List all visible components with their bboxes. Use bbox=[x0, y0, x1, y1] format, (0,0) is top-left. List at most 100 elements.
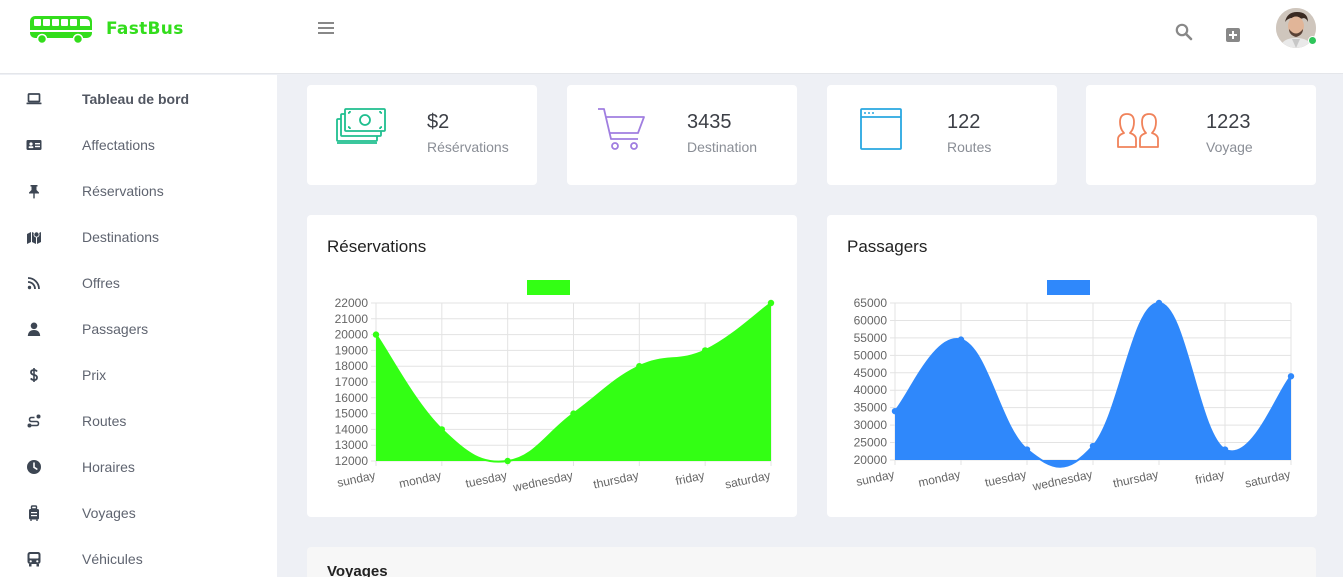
data-point[interactable] bbox=[636, 363, 643, 370]
x-tick-label: monday bbox=[398, 468, 443, 491]
sidebar-item-routes[interactable]: Routes bbox=[0, 397, 277, 443]
stat-label: Résérvations bbox=[427, 139, 509, 155]
thumbtack-icon bbox=[25, 183, 43, 199]
x-tick-label: friday bbox=[1194, 467, 1226, 487]
passagers-area-chart: 65000 60000 55000 50000 45000 40000 35000 30000… bbox=[854, 280, 1295, 494]
stat-value: 122 bbox=[947, 111, 981, 133]
stat-card-reservations: $2 Résérvations bbox=[307, 85, 537, 185]
data-point[interactable] bbox=[372, 331, 380, 338]
sidebar-item-label: Prix bbox=[82, 367, 107, 383]
reservations-area-chart: 22000 21000 2000019000 18000 17000 16000 15000… bbox=[335, 280, 775, 495]
y-tick-label: 55000 bbox=[854, 331, 888, 345]
sidebar-item-label: Affectations bbox=[82, 137, 155, 153]
sidebar-item-label: Voyages bbox=[82, 505, 136, 521]
stat-label: Routes bbox=[947, 139, 992, 155]
sidebar-item-destinations[interactable]: Destinations bbox=[0, 213, 277, 259]
y-tick-label: 25000 bbox=[854, 436, 888, 450]
data-point[interactable] bbox=[957, 336, 965, 343]
x-tick-label: sunday bbox=[336, 468, 377, 490]
y-tick-label: 13000 bbox=[335, 438, 369, 452]
section-title: Voyages bbox=[327, 563, 388, 577]
y-tick-label: 20000 bbox=[335, 328, 369, 342]
x-tick-label: monday bbox=[917, 467, 962, 490]
y-tick-label: 35000 bbox=[854, 401, 888, 415]
brand-name: FastBus bbox=[106, 19, 184, 39]
sidebar-item-label: Destinations bbox=[82, 229, 160, 245]
sidebar-item-prix[interactable]: Prix bbox=[0, 351, 277, 397]
y-tick-label: 40000 bbox=[854, 383, 888, 397]
sidebar-item-horaires[interactable]: Horaires bbox=[0, 443, 277, 489]
stat-label: Voyage bbox=[1206, 139, 1253, 155]
y-tick-label: 45000 bbox=[854, 366, 888, 380]
x-tick-label: wednesday bbox=[1030, 467, 1093, 494]
sidebar-item-affectations[interactable]: Affectations bbox=[0, 121, 277, 167]
bus-logo-icon bbox=[30, 16, 92, 45]
stat-card-voyage: 1223 Voyage bbox=[1086, 85, 1316, 185]
x-tick-label: thursday bbox=[592, 468, 640, 491]
sidebar-item-offres[interactable]: Offres bbox=[0, 259, 277, 305]
user-icon bbox=[25, 321, 43, 337]
x-tick-label: wednesday bbox=[511, 468, 574, 495]
brand-logo[interactable]: FastBus bbox=[28, 12, 184, 46]
data-point[interactable] bbox=[504, 457, 511, 465]
data-point[interactable] bbox=[891, 407, 899, 415]
data-point[interactable] bbox=[767, 299, 775, 307]
stat-value: 3435 bbox=[687, 111, 732, 133]
data-point[interactable] bbox=[438, 426, 446, 433]
sidebar-item-label: Horaires bbox=[82, 459, 135, 475]
stat-value: 1223 bbox=[1206, 111, 1251, 133]
y-tick-label: 60000 bbox=[854, 313, 888, 327]
data-point[interactable] bbox=[1155, 299, 1163, 307]
x-tick-label: saturday bbox=[1244, 467, 1292, 490]
sidebar-item-label: Réservations bbox=[82, 183, 164, 199]
y-tick-label: 15000 bbox=[335, 407, 369, 421]
y-tick-label: 30000 bbox=[854, 418, 888, 432]
x-tick-label: tuesday bbox=[464, 468, 508, 490]
y-tick-label: 21000 bbox=[335, 312, 369, 326]
data-point[interactable] bbox=[701, 347, 709, 354]
y-tick-label: 50000 bbox=[854, 348, 888, 362]
y-tick-label: 22000 bbox=[335, 296, 369, 310]
reservations-chart-card: Réservations 22000 21000 20000 19000 18000 17… bbox=[307, 215, 797, 517]
x-tick-label: saturday bbox=[724, 468, 772, 491]
y-tick-label: 12000 bbox=[335, 454, 369, 468]
browser-window-icon bbox=[855, 105, 907, 155]
voyages-section: Voyages bbox=[307, 547, 1316, 577]
x-tick-label: sunday bbox=[855, 467, 896, 489]
data-point[interactable] bbox=[570, 410, 577, 417]
data-point[interactable] bbox=[1221, 446, 1229, 453]
y-tick-label: 65000 bbox=[854, 296, 888, 310]
data-point[interactable] bbox=[1089, 442, 1097, 450]
bus-icon bbox=[25, 551, 43, 567]
data-point[interactable] bbox=[1287, 373, 1295, 380]
sidebar-item-passagers[interactable]: Passagers bbox=[0, 305, 277, 351]
sidebar-item-reservations[interactable]: Réservations bbox=[0, 167, 277, 213]
sidebar-item-label: Tableau de bord bbox=[82, 91, 190, 107]
map-icon bbox=[25, 229, 43, 245]
sidebar-item-label: Véhicules bbox=[82, 551, 143, 567]
y-tick-label: 20000 bbox=[854, 453, 888, 467]
cart-icon bbox=[595, 105, 647, 155]
legend-swatch[interactable] bbox=[1047, 280, 1090, 295]
stat-value: $2 bbox=[427, 111, 450, 133]
id-card-icon bbox=[25, 137, 43, 153]
sidebar-item-label: Offres bbox=[82, 275, 120, 291]
sidebar-item-tableau-de-bord[interactable]: Tableau de bord bbox=[0, 75, 277, 121]
y-tick-label: 14000 bbox=[335, 422, 369, 436]
suitcase-icon bbox=[25, 505, 43, 521]
online-status-indicator bbox=[1308, 36, 1317, 45]
sidebar-item-voyages[interactable]: Voyages bbox=[0, 489, 277, 535]
y-tick-label: 18000 bbox=[335, 359, 369, 373]
laptop-icon bbox=[25, 91, 43, 107]
sidebar-item-vehicules[interactable]: Véhicules bbox=[0, 535, 277, 577]
y-tick-label: 16000 bbox=[335, 391, 369, 405]
search-icon[interactable] bbox=[1175, 23, 1193, 41]
data-point[interactable] bbox=[1023, 446, 1031, 453]
legend-swatch[interactable] bbox=[527, 280, 570, 295]
plus-square-icon[interactable] bbox=[1226, 28, 1240, 42]
stat-card-destination: 3435 Destination bbox=[567, 85, 797, 185]
rss-icon bbox=[25, 275, 43, 291]
sidebar-item-label: Passagers bbox=[82, 321, 149, 337]
hamburger-icon[interactable] bbox=[318, 20, 334, 36]
sidebar-item-label: Routes bbox=[82, 413, 127, 429]
